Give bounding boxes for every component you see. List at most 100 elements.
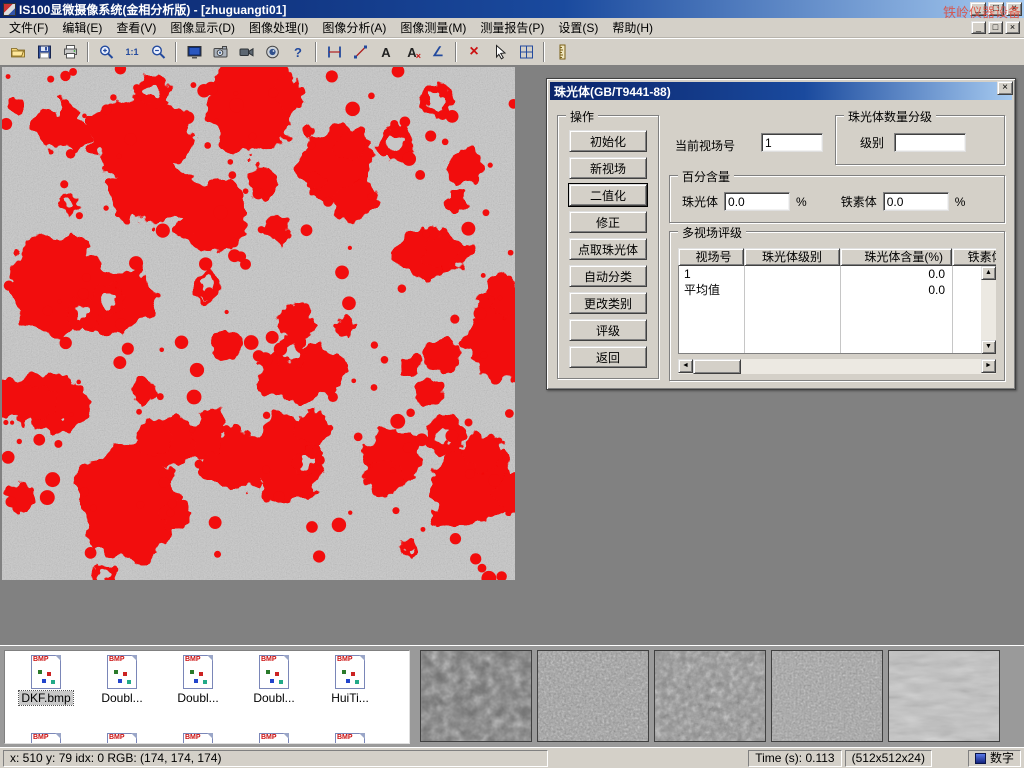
file-browser-panel: BMP DKF.bmp BMP Doubl... BMP Doubl... BM… — [0, 645, 1024, 747]
print-icon — [62, 44, 79, 60]
menu-item-image-process[interactable]: 图像处理(I) — [242, 17, 315, 38]
new-field-button[interactable]: 新视场 — [569, 157, 647, 179]
display-button[interactable] — [182, 41, 206, 63]
thumbnail-art — [38, 670, 42, 674]
file-item[interactable]: BMP Doubl... — [163, 655, 233, 705]
menu-item-image-measure[interactable]: 图像测量(M) — [393, 17, 473, 38]
dialog-close-button[interactable]: × — [997, 81, 1013, 95]
zoom-out-button[interactable] — [146, 41, 170, 63]
table-row[interactable]: 1 0.0 — [679, 266, 995, 282]
binarize-button[interactable]: 二值化 — [569, 184, 647, 206]
bmp-badge: BMP — [109, 656, 125, 664]
auto-classify-button[interactable]: 自动分类 — [569, 265, 647, 287]
change-class-button[interactable]: 更改类别 — [569, 292, 647, 314]
menu-item-edit[interactable]: 编辑(E) — [55, 17, 109, 38]
scrollbar-track[interactable] — [741, 359, 981, 374]
live-button[interactable] — [260, 41, 284, 63]
col-field[interactable]: 视场号 — [678, 248, 744, 266]
video-button[interactable] — [234, 41, 258, 63]
actual-size-button[interactable]: 1:1 — [120, 41, 144, 63]
file-item[interactable]: BMP — [11, 733, 81, 744]
menu-item-view[interactable]: 查看(V) — [109, 17, 163, 38]
mdi-close-button[interactable]: × — [1005, 21, 1020, 34]
scroll-down-icon[interactable]: ▼ — [981, 340, 996, 354]
zoom-in-button[interactable] — [94, 41, 118, 63]
point-measure-button[interactable] — [348, 41, 372, 63]
text-remove-button[interactable]: A× — [400, 41, 424, 63]
col-pearlite-grade[interactable]: 珠光体级别 — [744, 248, 840, 266]
table-row[interactable]: 平均值 0.0 — [679, 282, 995, 298]
mdi-restore-button[interactable]: □ — [988, 21, 1003, 34]
bmp-file-icon: BMP — [183, 655, 213, 689]
level-input[interactable] — [894, 133, 966, 152]
file-item[interactable]: BMP — [239, 733, 309, 744]
rate-button[interactable]: 评级 — [569, 319, 647, 341]
menu-item-file[interactable]: 文件(F) — [2, 17, 55, 38]
scrollbar-thumb[interactable] — [693, 359, 741, 374]
pearlite-percent-input[interactable] — [724, 192, 790, 211]
close-button[interactable]: × — [1006, 2, 1022, 16]
maximize-button[interactable]: □ — [988, 2, 1004, 16]
current-field-input[interactable] — [761, 133, 823, 152]
point-measure-icon — [352, 44, 369, 60]
mdi-minimize-button[interactable]: _ — [971, 21, 986, 34]
zoom-in-icon — [98, 44, 115, 60]
sample-thumbnail[interactable] — [420, 650, 532, 742]
toolbar-separator — [87, 42, 89, 62]
toolbar-separator — [175, 42, 177, 62]
multifield-table[interactable]: 视场号 珠光体级别 珠光体含量(%) 铁素体含量(%) 1 0.0 — [678, 248, 996, 354]
print-button[interactable] — [58, 41, 82, 63]
caliper-icon — [326, 44, 343, 60]
file-item[interactable]: BMP HuiTi... — [315, 655, 385, 705]
file-item[interactable]: BMP — [315, 733, 385, 744]
ferrite-percent-input[interactable] — [883, 192, 949, 211]
multifield-group-label: 多视场评级 — [678, 224, 746, 241]
correct-button[interactable]: 修正 — [569, 211, 647, 233]
menu-item-settings[interactable]: 设置(S) — [551, 17, 605, 38]
caliper-button[interactable] — [322, 41, 346, 63]
file-item[interactable]: BMP Doubl... — [239, 655, 309, 705]
file-item[interactable]: BMP Doubl... — [87, 655, 157, 705]
grid-button[interactable] — [514, 41, 538, 63]
scroll-up-icon[interactable]: ▲ — [981, 266, 996, 280]
sample-thumbnail[interactable] — [771, 650, 883, 742]
metallographic-image[interactable] — [2, 67, 515, 580]
minimize-button[interactable]: _ — [970, 2, 986, 16]
delete-measure-button[interactable]: × — [462, 41, 486, 63]
save-button[interactable] — [32, 41, 56, 63]
menu-item-help[interactable]: 帮助(H) — [605, 17, 660, 38]
init-button[interactable]: 初始化 — [569, 130, 647, 152]
col-pearlite-content[interactable]: 珠光体含量(%) — [840, 248, 952, 266]
pointer-button[interactable] — [488, 41, 512, 63]
menu-item-image-analysis[interactable]: 图像分析(A) — [315, 17, 393, 38]
scroll-right-icon[interactable]: ► — [981, 359, 996, 373]
menu-item-report[interactable]: 测量报告(P) — [473, 17, 551, 38]
horizontal-scrollbar[interactable]: ◄ ► — [678, 359, 996, 374]
bmp-badge: BMP — [261, 734, 277, 742]
open-button[interactable] — [6, 41, 30, 63]
menu-item-image-display[interactable]: 图像显示(D) — [163, 17, 242, 38]
cursor-position-status: x: 510 y: 79 idx: 0 RGB: (174, 174, 174) — [3, 750, 548, 767]
pointer-icon — [492, 44, 509, 60]
file-item[interactable]: BMP — [163, 733, 233, 744]
snapshot-button[interactable] — [208, 41, 232, 63]
sample-thumbnail[interactable] — [654, 650, 766, 742]
current-field-label: 当前视场号 — [675, 137, 735, 154]
pick-pearlite-button[interactable]: 点取珠光体 — [569, 238, 647, 260]
file-item[interactable]: BMP — [87, 733, 157, 744]
angle-button[interactable]: ∠ — [426, 41, 450, 63]
sample-thumbnail[interactable] — [888, 650, 1000, 742]
bmp-badge: BMP — [33, 656, 49, 664]
file-list[interactable]: BMP DKF.bmp BMP Doubl... BMP Doubl... BM… — [4, 650, 410, 744]
scroll-left-icon[interactable]: ◄ — [678, 359, 693, 373]
file-label: DKF.bmp — [19, 691, 72, 705]
text-label-button[interactable]: A — [374, 41, 398, 63]
file-item[interactable]: BMP DKF.bmp — [11, 655, 81, 705]
sample-thumbnail[interactable] — [537, 650, 649, 742]
ruler-button[interactable] — [550, 41, 574, 63]
vertical-scrollbar[interactable]: ▲ ▼ — [981, 266, 996, 354]
dialog-title-bar[interactable]: 珠光体(GB/T9441-88) — [550, 82, 1012, 100]
help-button[interactable]: ? — [286, 41, 310, 63]
return-button[interactable]: 返回 — [569, 346, 647, 368]
col-ferrite-content[interactable]: 铁素体含量(%) — [952, 248, 996, 266]
